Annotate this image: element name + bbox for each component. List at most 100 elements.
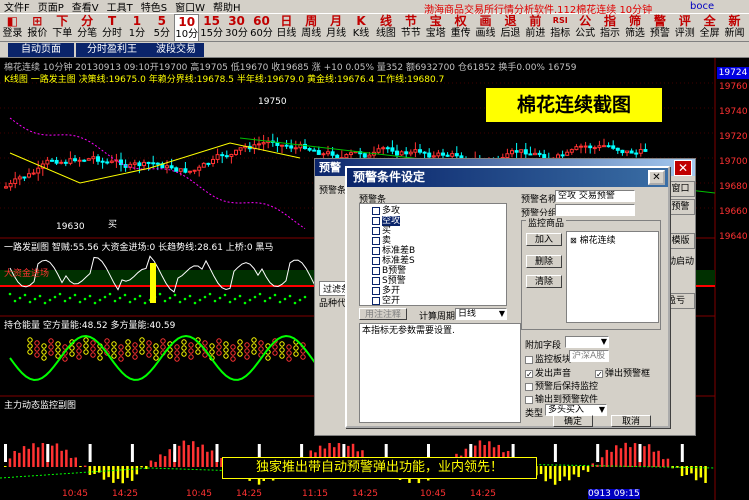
condition-item[interactable]: 标准差B: [372, 246, 415, 256]
toolbar-button[interactable]: 周周线: [299, 14, 324, 42]
toolbar-button[interactable]: 下下单: [50, 14, 75, 42]
toolbar-button[interactable]: 权重传: [448, 14, 473, 42]
toolbar-button[interactable]: 筛筛选: [623, 14, 648, 42]
energy-dot: [272, 350, 278, 356]
toolbar-button[interactable]: 月月线: [324, 14, 349, 42]
toolbar-button[interactable]: RSI 指标: [548, 14, 573, 42]
toolbar-button[interactable]: T 分时: [100, 14, 125, 42]
condition-item[interactable]: 卖: [372, 236, 391, 246]
toolbar-button[interactable]: 10 10分: [174, 14, 200, 42]
toolbar-button[interactable]: 退后退: [498, 14, 523, 42]
menu-item[interactable]: 页面P: [34, 0, 68, 14]
condition-item[interactable]: 标准差S: [372, 256, 415, 266]
flow-bar: [657, 450, 660, 467]
monitor-item[interactable]: ⊠ 棉花连续: [570, 233, 616, 246]
condition-item[interactable]: 空开: [372, 296, 400, 306]
toolbar-button[interactable]: K K线: [349, 14, 374, 42]
toolbar-button[interactable]: 宝宝塔: [423, 14, 448, 42]
toolbar-button[interactable]: 画画线: [473, 14, 498, 42]
toolbar-button[interactable]: 警预警: [647, 14, 672, 42]
condition-item[interactable]: 多开: [372, 286, 400, 296]
toolbar-button[interactable]: 全全屏: [697, 14, 722, 42]
extra-field-select[interactable]: ▼: [565, 336, 609, 348]
menu-item[interactable]: 工具T: [103, 0, 137, 14]
add-button[interactable]: 加入: [526, 233, 562, 246]
energy-dot: [55, 341, 61, 347]
dialog-close-icon[interactable]: ✕: [648, 170, 665, 185]
clear-button[interactable]: 清除: [526, 275, 562, 288]
page-tab[interactable]: 波段交易: [148, 43, 204, 57]
menu-item[interactable]: 特色S: [137, 0, 171, 14]
ok-button[interactable]: 确定: [553, 415, 593, 427]
toolbar-label: 分笔: [77, 28, 98, 39]
keep-monitor-checkbox[interactable]: 预警后保持监控: [525, 379, 598, 392]
condition-item[interactable]: 空攻: [372, 216, 401, 226]
toolbar-label: 分时: [102, 28, 123, 39]
toolbar-button[interactable]: 前前进: [523, 14, 548, 42]
condition-label: B预警: [382, 266, 407, 276]
cancel-button[interactable]: 取消: [611, 415, 651, 427]
time-tick-label: 10:45: [420, 489, 446, 499]
indicator-dot: [58, 292, 62, 296]
candle-body: [137, 162, 142, 167]
monitor-block-checkbox[interactable]: 监控板块: [525, 352, 571, 365]
energy-dot: [132, 348, 138, 354]
condition-list[interactable]: 多攻 空攻买卖标准差B 标准差S B预警 S预警 多开 空开: [359, 203, 507, 306]
indicator-dot: [253, 295, 257, 299]
menu-item[interactable]: 窗口W: [171, 0, 209, 14]
toolbar-button[interactable]: 30 30分: [224, 14, 249, 42]
toolbar-button[interactable]: 1 1分: [125, 14, 150, 42]
page-tab[interactable]: 自动页面: [8, 43, 74, 57]
energy-dot: [104, 338, 110, 344]
time-tick-label: 0913 09:15: [588, 489, 640, 499]
flow-bar: [605, 449, 609, 467]
toolbar-label: 线图: [375, 28, 396, 39]
checkbox-icon: [525, 395, 533, 404]
toolbar-button[interactable]: 节节节: [398, 14, 423, 42]
toolbar-icon: 新: [728, 14, 741, 28]
toolbar-button[interactable]: 15 15分: [199, 14, 224, 42]
toolbar-button[interactable]: 指指示: [598, 14, 623, 42]
toolbar-button[interactable]: 新新闻: [722, 14, 747, 42]
candle-body: [132, 162, 137, 165]
candle-body: [293, 147, 298, 150]
toolbar-button[interactable]: 60 60分: [249, 14, 274, 42]
toolbar-button[interactable]: 公公式: [573, 14, 598, 42]
popup-checkbox[interactable]: ✓ 弹出预警框: [595, 366, 650, 379]
energy-dot: [27, 343, 33, 349]
condition-item[interactable]: 买: [372, 226, 391, 236]
toolbar-button[interactable]: ⊞ 报价: [25, 14, 50, 42]
block-select[interactable]: 沪深A股: [569, 350, 609, 362]
indicator-dot: [263, 299, 267, 303]
toolbar-button[interactable]: 分分笔: [75, 14, 100, 42]
energy-dot: [62, 356, 68, 362]
alert-name-field[interactable]: 空攻 交易预警: [555, 190, 635, 202]
condition-item[interactable]: B预警: [372, 266, 406, 276]
flow-bar: [79, 466, 82, 468]
monitor-list[interactable]: ⊠ 棉花连续: [566, 231, 659, 323]
menu-item[interactable]: 查看V: [68, 0, 103, 14]
flow-bar: [177, 445, 181, 467]
toolbar-button[interactable]: 线线图: [374, 14, 399, 42]
sound-checkbox[interactable]: ✓ 发出声音: [525, 366, 571, 379]
condition-item[interactable]: 多攻: [372, 206, 400, 216]
menu-item[interactable]: 帮助H: [209, 0, 245, 14]
energy-dot: [279, 347, 285, 353]
toolbar-button[interactable]: 5 5分: [149, 14, 174, 42]
menu-item[interactable]: 文件F: [0, 0, 34, 14]
delete-button[interactable]: 删除: [526, 255, 562, 268]
toolbar-label: 宝塔: [425, 28, 446, 39]
toolbar-button[interactable]: 日日线: [274, 14, 299, 42]
toolbar-button[interactable]: ◧ 登录: [0, 14, 25, 42]
period-select[interactable]: 日线 ▼: [455, 308, 507, 320]
flow-bar: [647, 444, 651, 467]
page-tab[interactable]: 分时盈利王: [76, 43, 148, 57]
candle-body: [441, 152, 445, 156]
candle-body: [174, 167, 179, 172]
toolbar-button[interactable]: 评评测: [672, 14, 697, 42]
alert-group-field[interactable]: [555, 204, 635, 216]
use-note-button[interactable]: 用注注释: [359, 308, 407, 320]
condition-item[interactable]: S预警: [372, 276, 406, 286]
indicator1-tag: 大资金进场: [4, 269, 50, 279]
close-icon[interactable]: ✕: [674, 160, 692, 176]
